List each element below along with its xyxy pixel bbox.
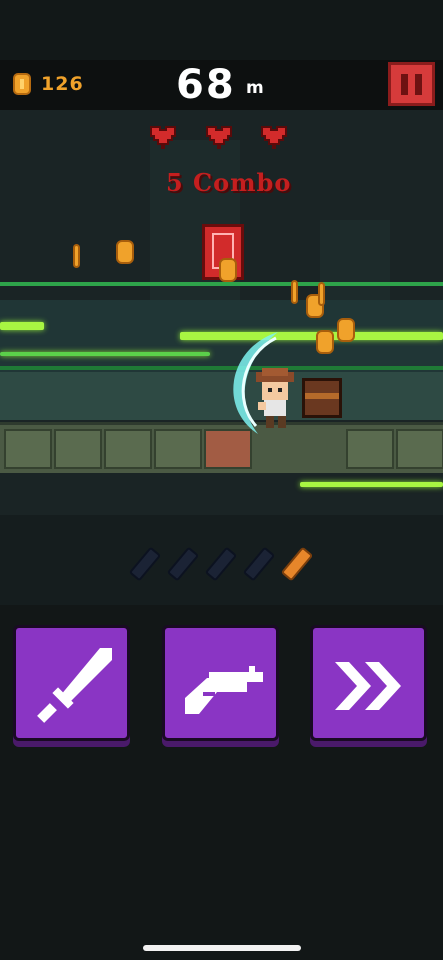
ammo-slot-loaded [280,546,314,582]
ammo-slot-empty [128,546,162,582]
player-character [256,368,294,428]
ammo-bar [0,515,443,605]
pause-icon-bar-right [415,74,422,95]
action-controls [0,605,443,960]
hearts-row [148,124,298,152]
heart-icon [206,126,232,149]
road-block [4,429,52,469]
coin-pickup [219,258,237,282]
road-block [154,429,202,469]
ammo-slot-empty [204,546,238,582]
coin-pickup [337,318,355,342]
coin-pickup [73,244,80,268]
road-block [396,429,443,469]
coin-pickup [116,240,134,264]
combo-counter: 5 Combo [166,168,292,197]
heart-icon [261,126,287,149]
speed-streak [0,352,210,356]
coin-pickup [316,330,334,354]
coin-icon [13,73,31,95]
ammo-slot-empty [242,546,276,582]
distance-value: 68 [176,62,236,108]
gun-shoot-button[interactable] [162,625,279,741]
home-indicator[interactable] [143,945,301,951]
coin-count: 126 [41,73,84,95]
heart-icon [150,126,176,149]
pause-button[interactable] [388,62,435,106]
revolver-icon [185,666,263,714]
sword-icon [37,648,112,723]
ammo-slot-empty [166,546,200,582]
dash-button[interactable] [310,625,427,741]
coin-pickup [291,280,298,304]
distance-unit: m [246,78,264,98]
road-block [346,429,394,469]
double-chevron-icon [335,662,401,710]
top-bar-background [0,0,443,60]
road-block [54,429,102,469]
sword-attack-button[interactable] [13,625,130,741]
road-block [104,429,152,469]
hud-bar: 126 68 m [0,60,443,110]
pause-icon-bar-left [401,74,408,95]
coin-pickup [318,282,325,306]
rail [0,282,443,286]
treasure-chest [302,378,342,418]
speed-streak [0,322,44,330]
speed-streak [300,482,443,487]
